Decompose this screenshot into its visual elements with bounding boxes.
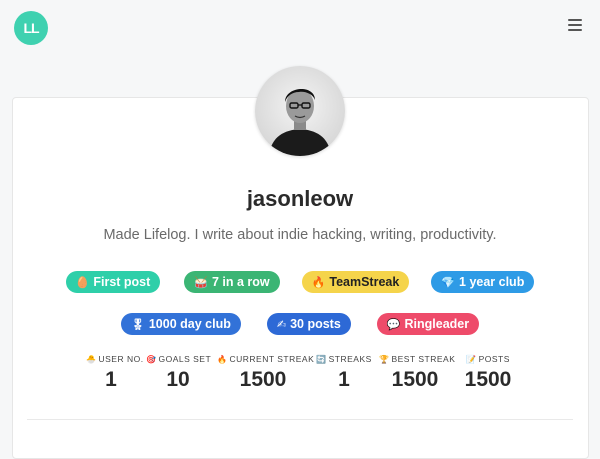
stat-value: 1: [338, 368, 350, 391]
badge-7-in-a-row[interactable]: 🥁 7 in a row: [184, 271, 280, 293]
stat-goals-set: 🎯 GOALS SET 10: [146, 354, 212, 392]
badge-row-1: 🥚 First post 🥁 7 in a row 🔥 TeamStreak 💎…: [0, 271, 600, 293]
target-icon: 🎯: [146, 355, 157, 364]
menu-line: [568, 24, 582, 26]
stat-value: 10: [166, 368, 190, 391]
stat-value: 1500: [464, 368, 512, 391]
divider: [27, 419, 573, 420]
bio: Made Lifelog. I write about indie hackin…: [103, 227, 497, 243]
badge-1000-day-club[interactable]: 🎖 1000 day club: [120, 313, 241, 335]
stat-label-text: CURRENT STREAK: [229, 354, 315, 364]
stat-label: 🔄 STREAKS: [316, 354, 372, 364]
badge-30-posts[interactable]: ✍ 30 posts: [266, 313, 351, 335]
stat-label: 🐣 USER NO.: [86, 354, 143, 364]
drum-icon: 🥁: [194, 276, 208, 289]
memo-icon: 📝: [466, 355, 477, 364]
badge-label: 1 year club: [459, 275, 525, 289]
fire-icon: 🔥: [217, 355, 228, 364]
speech-bubble-icon: 💬: [386, 318, 401, 331]
stat-posts: 📝 POSTS 1500: [460, 354, 516, 392]
hatching-chick-icon: 🐣: [86, 355, 97, 364]
badge-label: 1000 day club: [148, 317, 231, 331]
badge-teamstreak[interactable]: 🔥 TeamStreak: [301, 271, 410, 293]
stat-label-text: BEST STREAK: [391, 354, 456, 364]
stat-label: 🔥 CURRENT STREAK: [217, 354, 314, 364]
stat-label-text: USER NO.: [98, 354, 144, 364]
stat-label: 📝 POSTS: [460, 354, 516, 364]
badge-1-year-club[interactable]: 💎 1 year club: [431, 271, 535, 293]
diamond-icon: 💎: [441, 276, 456, 289]
egg-icon: 🥚: [75, 276, 90, 289]
badge-ringleader[interactable]: 💬 Ringleader: [376, 313, 480, 335]
trophy-icon: 🏆: [379, 355, 390, 364]
badge-label: TeamStreak: [329, 275, 400, 289]
stat-label: 🏆 BEST STREAK: [379, 354, 455, 364]
writing-hand-icon: ✍: [276, 318, 287, 331]
badge-first-post[interactable]: 🥚 First post: [65, 271, 161, 293]
stat-label-text: POSTS: [478, 354, 510, 364]
stat-label: 🎯 GOALS SET: [146, 354, 212, 364]
badge-label: 7 in a row: [212, 275, 270, 289]
stat-best-streak: 🏆 BEST STREAK 1500: [379, 354, 455, 392]
menu-line: [568, 29, 582, 31]
avatar-photo-icon: [269, 88, 331, 156]
repeat-icon: 🔄: [316, 355, 327, 364]
badge-row-2: 🎖 1000 day club ✍ 30 posts 💬 Ringleader: [0, 313, 600, 335]
stat-user-no: 🐣 USER NO. 1: [86, 354, 143, 392]
badge-label: First post: [93, 275, 151, 289]
badge-label: 30 posts: [290, 317, 341, 331]
menu-line: [568, 19, 582, 21]
stat-streaks: 🔄 STREAKS 1: [316, 354, 372, 392]
fire-icon: 🔥: [311, 276, 326, 289]
hamburger-menu-icon[interactable]: [568, 19, 582, 31]
stat-label-text: GOALS SET: [158, 354, 212, 364]
medal-icon: 🎖: [130, 318, 145, 331]
lifelog-logo[interactable]: LL: [14, 11, 48, 45]
stat-value: 1: [105, 368, 117, 391]
stat-value: 1500: [391, 368, 439, 391]
stat-value: 1500: [239, 368, 287, 391]
stat-label-text: STREAKS: [328, 354, 372, 364]
stats-row: 🐣 USER NO. 1 🎯 GOALS SET 10 🔥 CURRENT STREA…: [0, 354, 600, 394]
badge-label: Ringleader: [404, 317, 470, 331]
username: jasonleow: [246, 186, 354, 211]
avatar: [255, 66, 345, 156]
stat-current-streak: 🔥 CURRENT STREAK 1500: [217, 354, 314, 392]
